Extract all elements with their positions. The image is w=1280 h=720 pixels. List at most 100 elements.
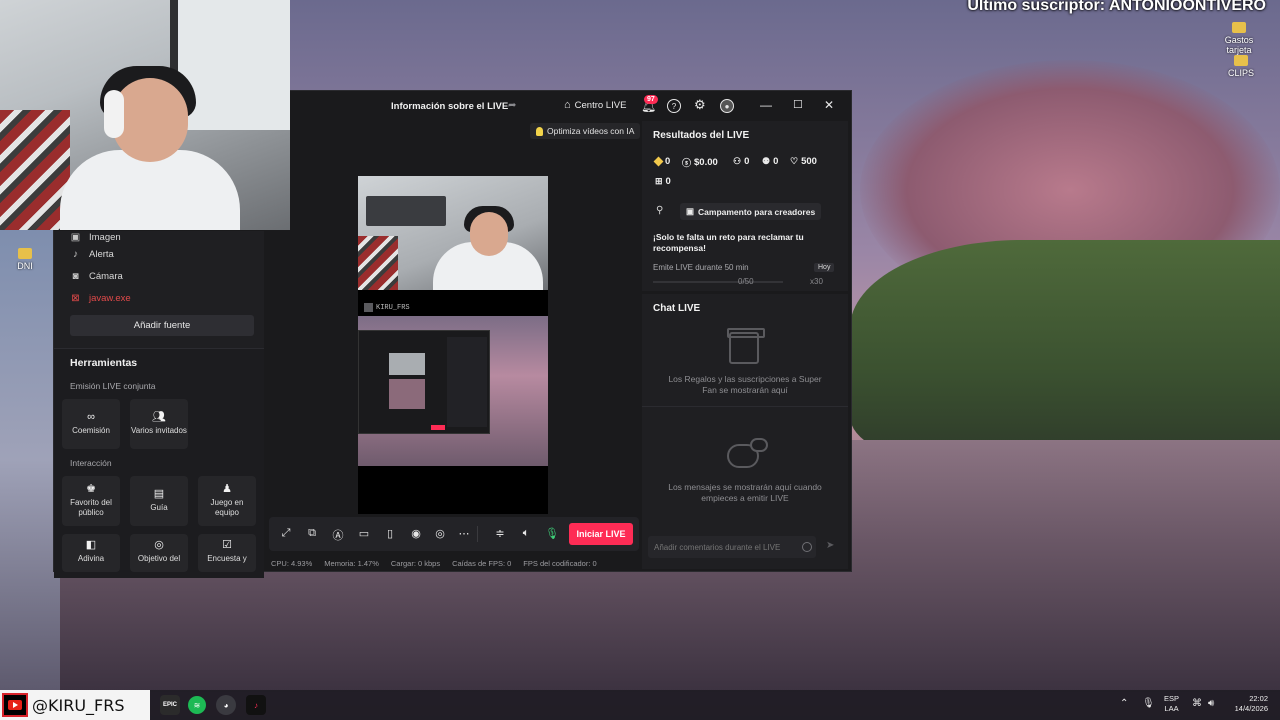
phone-icon[interactable]: ▯ — [383, 527, 397, 540]
mixer-icon[interactable]: ≑ — [493, 527, 507, 540]
webcam-feed — [0, 0, 290, 230]
tiktok-icon[interactable]: ♪ — [246, 695, 266, 715]
ai-effects-icon[interactable]: Ⓐ — [331, 527, 345, 543]
optimize-ai-button[interactable]: Optimiza vídeos con IA — [530, 123, 641, 139]
tool-label: Guía — [150, 503, 168, 512]
windows-taskbar: @KIRU_FRS EPIC ≋ ◕ ♪ ⌃ 🎙︎ ESP LAA ⌘ 🔊︎ 2… — [0, 690, 1280, 720]
source-item-javaw[interactable]: ⊠ javaw.exe — [54, 287, 264, 309]
tool-adivina[interactable]: ◧ Adivina — [62, 534, 120, 572]
preview-camera-feed — [358, 176, 548, 290]
control-divider — [477, 526, 478, 542]
chat-input[interactable] — [648, 536, 816, 558]
challenge-progress-bar — [653, 281, 783, 283]
tool-label: Varios invitados — [131, 426, 187, 435]
volume-icon[interactable]: 🔈︎ — [519, 527, 533, 540]
maximize-icon[interactable]: ☐ — [793, 98, 803, 111]
chat-title: Chat LIVE — [653, 303, 701, 314]
wallpaper-sea — [0, 230, 60, 690]
effects-icon[interactable]: ⧉ — [305, 527, 319, 540]
source-label: Cámara — [89, 270, 123, 282]
wifi-icon[interactable]: ⌘ — [1192, 698, 1202, 709]
youtube-icon — [2, 693, 28, 717]
viewers-icon: ⚇ — [733, 156, 742, 166]
source-item-alerta[interactable]: ♪ Alerta — [54, 243, 264, 265]
add-source-button[interactable]: Añadir fuente — [70, 315, 254, 336]
live-info-title[interactable]: Información sobre el LIVE — [391, 101, 508, 112]
tools-panel: Herramientas Emisión LIVE conjunta ∞ Coe… — [54, 348, 264, 578]
tool-juego-equipo[interactable]: ♟ Juego en equipo — [198, 476, 256, 526]
tool-objetivo[interactable]: ◎ Objetivo del — [130, 534, 188, 572]
stat-earnings: ⓢ $0.00 — [682, 156, 718, 169]
system-clock[interactable]: 22:02 14/4/2026 — [1226, 694, 1268, 714]
gear-icon[interactable]: ⚙ — [694, 97, 706, 113]
dollar-icon: ⓢ — [682, 158, 692, 168]
stat-value: 0 — [665, 176, 671, 187]
minimize-icon[interactable]: — — [760, 98, 772, 112]
volume-tray-icon[interactable]: 🔊︎ — [1208, 698, 1214, 709]
tool-favorito-publico[interactable]: ♚ Favorito del público — [62, 476, 120, 526]
k-logo-icon — [364, 303, 373, 312]
window-capture-icon: ⊠ — [71, 292, 80, 304]
screen-icon[interactable]: ▭ — [357, 527, 371, 540]
record-icon[interactable]: ◉ — [409, 527, 423, 540]
source-label: Alerta — [89, 248, 114, 260]
share-icon[interactable]: ➦ — [508, 100, 516, 111]
stat-viewers: ⚇ 0 — [733, 156, 749, 167]
emoji-icon[interactable] — [802, 542, 812, 552]
microphone-icon[interactable]: 🎙︎ — [545, 527, 559, 540]
cpu-status: CPU: 4.93% — [271, 559, 313, 568]
notification-badge: 97 — [644, 95, 658, 104]
help-icon[interactable]: ? — [667, 99, 681, 113]
chevron-up-icon[interactable]: ⌃ — [1120, 698, 1128, 709]
heart-icon: ♡ — [790, 156, 799, 166]
tool-label: Objetivo del — [137, 554, 181, 563]
desktop-icon-clips[interactable]: CLIPS — [1216, 55, 1266, 78]
desktop-icon-dni[interactable]: DNI — [0, 248, 50, 271]
link-icon: ∞ — [87, 411, 95, 423]
gift-icon: ⊞ — [655, 176, 663, 186]
book-icon: ▤ — [153, 488, 165, 500]
tool-label: Juego en equipo — [210, 498, 244, 517]
close-icon[interactable]: ✕ — [824, 98, 834, 112]
microphone-tray-icon[interactable]: 🎙︎ — [1142, 698, 1155, 709]
tool-label: Adivina — [77, 554, 105, 563]
more-icon[interactable]: ⋯ — [457, 527, 471, 540]
centro-live-button[interactable]: ⌂ Centro LIVE — [564, 99, 626, 111]
gifts-empty-text: Los Regalos y las suscripciones a Super … — [668, 374, 822, 395]
magic-wand-icon[interactable]: ⤢ — [279, 527, 293, 540]
send-icon[interactable]: ➤ — [826, 540, 834, 551]
stat-gifts: ⊞ 0 — [655, 176, 671, 187]
tool-label: Coemisión — [72, 426, 110, 435]
poll-icon: ☑ — [222, 539, 232, 551]
tool-guia[interactable]: ▤ Guía — [130, 476, 188, 526]
preview-watermark: KIRU_FRS — [364, 303, 410, 312]
replay-icon[interactable]: ◎ — [433, 527, 447, 540]
stream-preview[interactable]: KIRU_FRS — [358, 176, 548, 514]
avatar[interactable]: ● — [720, 99, 734, 113]
desktop-icon-label: DNI — [17, 261, 33, 271]
source-item-imagen[interactable]: ▣ Imagen — [54, 231, 264, 243]
camp-icon: ▣ — [686, 206, 695, 216]
obs-icon[interactable]: ◕ — [216, 695, 236, 715]
desktop-icon-gastos[interactable]: Gastos tarjeta — [1214, 22, 1264, 55]
language-indicator[interactable]: ESP LAA — [1164, 694, 1179, 714]
stat-followers: ⚉ 0 — [762, 156, 778, 167]
preview-watermark-text: KIRU_FRS — [376, 303, 410, 312]
live-chat-panel: Chat LIVE Los Regalos y las suscripcione… — [642, 294, 848, 569]
tool-encuesta[interactable]: ☑ Encuesta y — [198, 534, 256, 572]
go-live-button[interactable]: Iniciar LIVE — [569, 523, 633, 545]
messages-empty-text: Los mensajes se mostrarán aquí cuando em… — [668, 482, 822, 503]
spotify-icon[interactable]: ≋ — [188, 696, 206, 714]
folder-icon — [1232, 22, 1246, 33]
epic-games-icon[interactable]: EPIC — [160, 695, 180, 715]
star-user-icon: ♚ — [86, 483, 96, 495]
source-item-camara[interactable]: ◙ Cámara — [54, 265, 264, 287]
stat-value: 0 — [665, 156, 671, 167]
creator-camp-button[interactable]: ▣ Campamento para creadores — [680, 203, 822, 220]
team-icon: ♟ — [222, 483, 232, 495]
camera-icon: ◙ — [72, 270, 79, 282]
tool-varios-invitados[interactable]: 👥︎ Varios invitados — [130, 399, 188, 449]
challenge-day-badge: Hoy — [814, 263, 835, 272]
source-label: Imagen — [89, 232, 121, 243]
tool-coemision[interactable]: ∞ Coemisión — [62, 399, 120, 449]
